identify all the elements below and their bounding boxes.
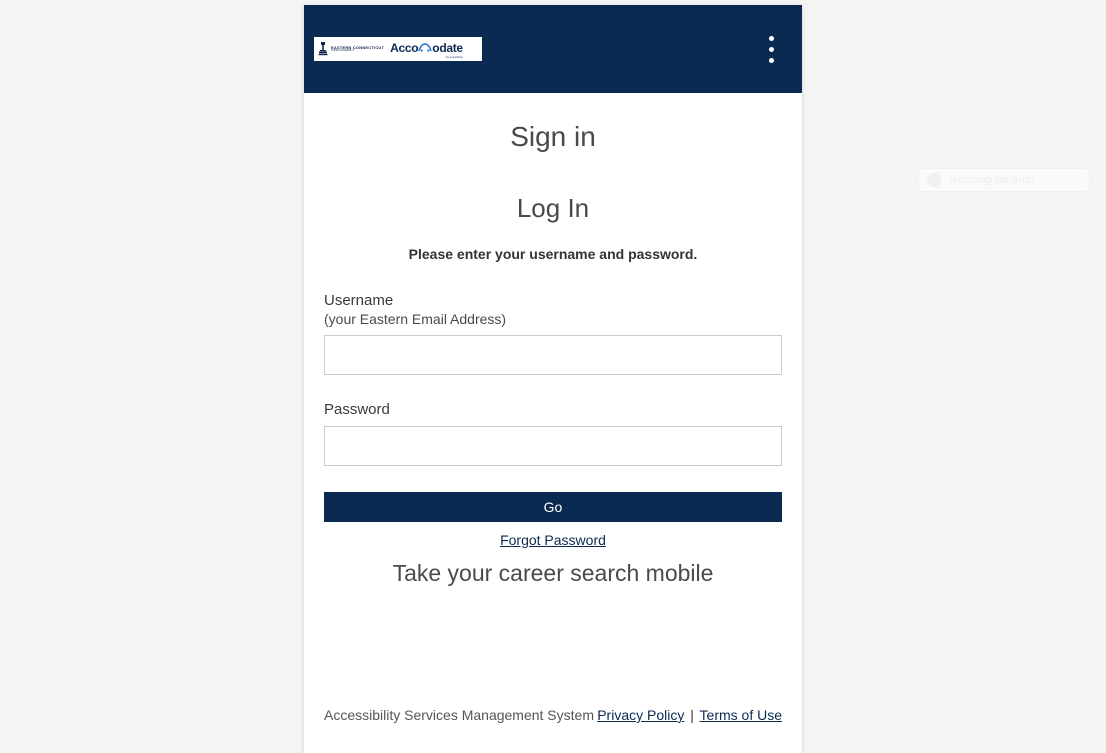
username-field-block: Username (your Eastern Email Address) <box>324 292 782 375</box>
logo-product-sub: by symplicity <box>446 55 463 59</box>
top-bar: EASTERN CONNECTICUT STATE UNIVERSITY Acc… <box>304 5 802 93</box>
footer-separator: | <box>690 707 694 723</box>
logo-product-accent <box>418 41 432 55</box>
logo-university: EASTERN CONNECTICUT STATE UNIVERSITY <box>318 41 384 57</box>
privacy-policy-link[interactable]: Privacy Policy <box>597 707 684 723</box>
logo-product: Accoodate by symplicity <box>390 41 463 55</box>
password-field-block: Password <box>324 401 782 466</box>
page-title: Sign in <box>324 121 782 153</box>
content-area: Sign in Log In Please enter your usernam… <box>304 93 802 617</box>
password-input[interactable] <box>324 426 782 466</box>
go-button[interactable]: Go <box>324 492 782 522</box>
snip-toolbar: Rectangular Snip <box>918 168 1090 192</box>
university-crest-icon <box>318 41 328 57</box>
footer: Accessibility Services Management System… <box>304 707 802 753</box>
instruction-text: Please enter your username and password. <box>324 246 782 262</box>
terms-of-use-link[interactable]: Terms of Use <box>700 707 782 723</box>
username-sublabel: (your Eastern Email Address) <box>324 311 782 327</box>
menu-kebab-icon[interactable] <box>761 28 782 71</box>
forgot-password-link[interactable]: Forgot Password <box>324 532 782 548</box>
password-label: Password <box>324 401 782 418</box>
mobile-promo-heading: Take your career search mobile <box>324 560 782 587</box>
footer-system-name: Accessibility Services Management System <box>324 707 594 723</box>
footer-links: Privacy Policy | Terms of Use <box>597 707 782 723</box>
section-title: Log In <box>324 193 782 224</box>
logo: EASTERN CONNECTICUT STATE UNIVERSITY Acc… <box>314 37 482 61</box>
username-label: Username <box>324 292 782 309</box>
username-input[interactable] <box>324 335 782 375</box>
login-card: EASTERN CONNECTICUT STATE UNIVERSITY Acc… <box>304 5 802 753</box>
snip-label: Rectangular Snip <box>949 174 1033 186</box>
snip-icon <box>927 173 941 187</box>
logo-university-sub: STATE UNIVERSITY <box>331 50 384 53</box>
